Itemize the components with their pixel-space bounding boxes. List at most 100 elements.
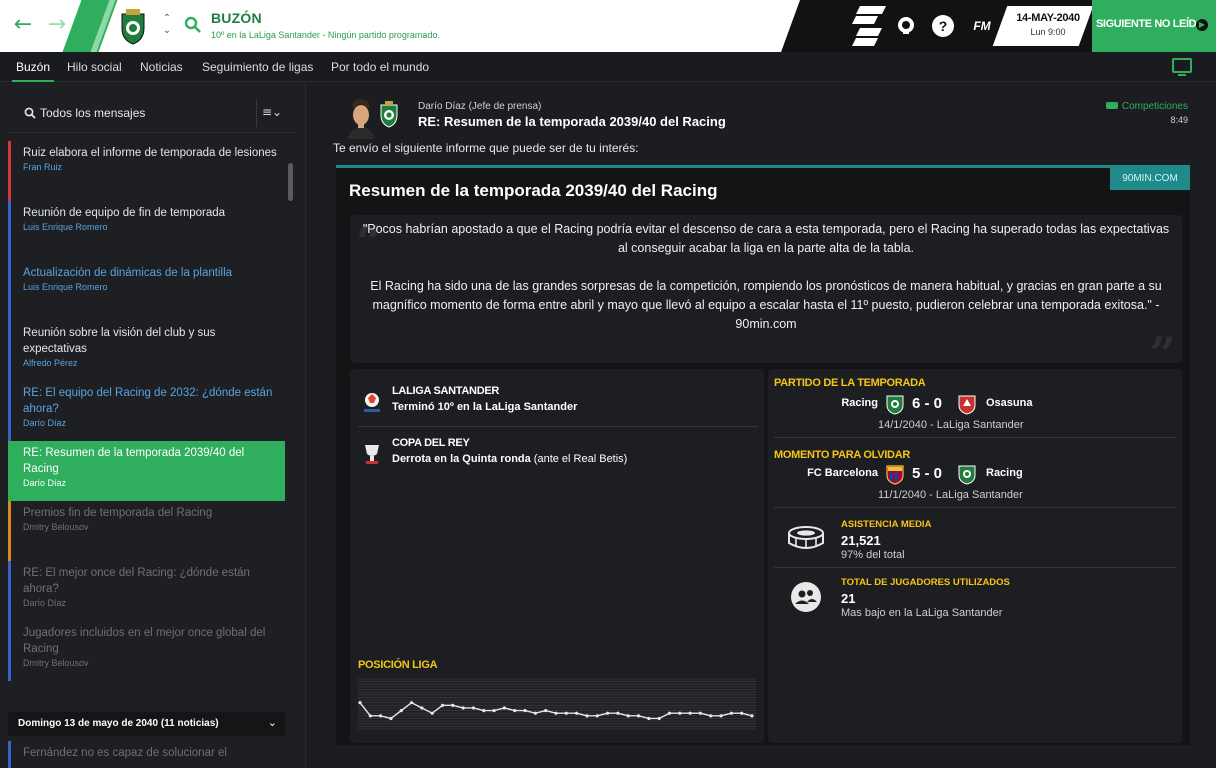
list-item[interactable]: Reunión sobre la visión del club y sus e… xyxy=(8,321,285,381)
tv-icon[interactable] xyxy=(1172,58,1192,76)
message-category[interactable]: Competiciones xyxy=(1105,101,1188,112)
away-team: Racing xyxy=(986,467,1023,479)
position-point xyxy=(533,711,537,715)
club-crest-menu-icon[interactable] xyxy=(896,15,916,35)
news-card: 90MIN.COM Resumen de la temporada 2039/4… xyxy=(336,165,1190,745)
message-title: Jugadores incluidos en el mejor once glo… xyxy=(23,627,266,655)
position-point xyxy=(698,711,703,715)
article-title: Resumen de la temporada 2039/40 del Raci… xyxy=(349,181,718,200)
next-unread-label: SIGUIENTE NO LEÍDO xyxy=(1096,18,1205,30)
position-point xyxy=(409,701,414,705)
position-point xyxy=(647,716,651,721)
position-point xyxy=(471,706,476,710)
competition-row[interactable]: LALIGA SANTANDER Terminó 10º en la LaLig… xyxy=(358,377,758,427)
position-point xyxy=(688,711,692,715)
message-title: Reunión sobre la visión del club y sus e… xyxy=(23,327,216,355)
message-author: Dmitry Belousov xyxy=(23,658,89,668)
quote-paragraph: "Pocos habrían apostado a que el Racing … xyxy=(362,222,1170,255)
message-filter[interactable]: Todos los mensajes ≡⌄ xyxy=(8,93,295,133)
position-point xyxy=(461,706,465,710)
club-switch-icon[interactable]: ⌃ ⌄ xyxy=(160,13,174,37)
best-match-label: PARTIDO DE LA TEMPORADA xyxy=(774,377,926,389)
position-point xyxy=(595,714,599,718)
competition-row[interactable]: COPA DEL REY Derrota en la Quinta ronda … xyxy=(358,429,758,479)
season-highlights: PARTIDO DE LA TEMPORADA Racing 6 - 0 Osa… xyxy=(768,369,1182,743)
players-used-value: 21 xyxy=(841,591,856,606)
laliga-logo-icon xyxy=(364,393,380,412)
back-arrow-icon[interactable]: ← xyxy=(10,12,36,38)
list-item[interactable]: Fernández no es capaz de solucionar el xyxy=(8,741,285,768)
position-point xyxy=(513,708,517,713)
players-used-subtext: Mas bajo en la LaLiga Santander xyxy=(841,607,1003,619)
day-group-label: Domingo 13 de mayo de 2040 (11 noticias) xyxy=(18,718,219,729)
message-list: Ruiz elabora el informe de temporada de … xyxy=(8,141,285,681)
position-point xyxy=(379,714,383,718)
fm-menu-icon[interactable]: FM xyxy=(968,15,996,37)
current-date: 14-MAY-2040 xyxy=(1016,12,1080,24)
attendance-value: 21,521 xyxy=(841,533,881,548)
competition-result: Terminó 10º en la LaLiga Santander xyxy=(392,401,578,413)
help-icon[interactable]: ? xyxy=(932,15,954,37)
position-point xyxy=(389,716,393,721)
position-point xyxy=(554,711,558,715)
quote-paragraph: El Racing ha sido una de las grandes sor… xyxy=(370,279,1162,331)
search-icon[interactable] xyxy=(184,16,202,34)
position-point xyxy=(636,714,641,718)
scrollbar-thumb[interactable] xyxy=(288,163,293,201)
message-time: 8:49 xyxy=(1170,115,1188,125)
sender-avatar[interactable] xyxy=(344,95,378,139)
worst-match[interactable]: FC Barcelona 5 - 0 Racing xyxy=(768,463,1068,485)
list-item[interactable]: RE: El mejor once del Racing: ¿dónde est… xyxy=(8,561,285,621)
match-score: 6 - 0 xyxy=(912,395,943,412)
message-title: Reunión de equipo de fin de temporada xyxy=(23,207,226,219)
racing-badge-icon xyxy=(886,395,904,415)
list-item[interactable]: Reunión de equipo de fin de temporada Lui… xyxy=(8,201,285,261)
forward-arrow-icon[interactable]: → xyxy=(44,12,70,38)
top-bar: ← → ⌃ ⌄ BUZÓN 10º en la LaLiga Santander … xyxy=(0,0,1216,52)
chevron-right-icon: ▶ xyxy=(1196,19,1208,31)
message-title: Premios fin de temporada del Racing xyxy=(23,507,213,519)
message-subject: RE: Resumen de la temporada 2039/40 del … xyxy=(418,114,726,129)
position-point xyxy=(440,703,445,707)
tab-por-todo-el-mundo[interactable]: Por todo el mundo xyxy=(331,60,429,74)
position-point xyxy=(585,714,589,718)
list-item[interactable]: Ruiz elabora el informe de temporada de … xyxy=(8,141,285,201)
position-point xyxy=(564,711,568,715)
position-point xyxy=(523,708,527,713)
players-used-label: TOTAL DE JUGADORES UTILIZADOS xyxy=(841,577,1010,588)
tab-buzon[interactable]: Buzón xyxy=(11,60,55,82)
competitions-summary: LALIGA SANTANDER Terminó 10º en la LaLig… xyxy=(350,369,764,743)
message-author: Darío Díaz xyxy=(23,598,67,608)
home-team: FC Barcelona xyxy=(807,467,878,479)
list-item[interactable]: Actualización de dinámicas de la plantil… xyxy=(8,261,285,321)
sort-menu-icon[interactable]: ≡⌄ xyxy=(262,105,282,119)
page-subtitle: 10º en la LaLiga Santander - Ningún part… xyxy=(211,30,440,40)
position-point xyxy=(667,711,672,715)
tab-noticias[interactable]: Noticias xyxy=(140,60,183,74)
message-author: Darío Díaz xyxy=(23,418,67,428)
position-point xyxy=(451,703,455,707)
message-title: RE: Resumen de la temporada 2039/40 del … xyxy=(23,447,245,475)
league-position-label: POSICIÓN LIGA xyxy=(358,659,438,671)
position-point xyxy=(368,714,372,718)
position-point xyxy=(750,714,754,718)
message-author: Luis Enrique Romero xyxy=(23,282,108,292)
list-item[interactable]: Premios fin de temporada del Racing Dmitr… xyxy=(8,501,285,561)
sub-navigation: Buzón Hilo social Noticias Seguimiento d… xyxy=(0,52,1216,82)
article-quote: “ ” "Pocos habrían apostado a que el Rac… xyxy=(350,215,1182,381)
list-item[interactable]: Jugadores incluidos en el mejor once glo… xyxy=(8,621,285,681)
day-group-header[interactable]: Domingo 13 de mayo de 2040 (11 noticias)… xyxy=(8,712,285,736)
list-item[interactable]: RE: El equipo del Racing de 2032: ¿dónde… xyxy=(8,381,285,441)
message-view: Darío Díaz (Jefe de prensa) RE: Resumen … xyxy=(305,83,1216,768)
next-unread-button[interactable]: SIGUIENTE NO LEÍDO ▶ xyxy=(1092,0,1216,52)
club-badge-icon[interactable] xyxy=(116,8,150,46)
tab-seguimiento-de-ligas[interactable]: Seguimiento de ligas xyxy=(202,60,313,74)
message-author: Darío Díaz xyxy=(23,478,67,488)
best-match[interactable]: Racing 6 - 0 Osasuna xyxy=(768,393,1068,415)
filter-label: Todos los mensajes xyxy=(40,106,146,120)
chevron-down-icon: ⌄ xyxy=(267,716,277,729)
list-item[interactable]: RE: Resumen de la temporada 2039/40 del … xyxy=(8,441,285,501)
position-point xyxy=(492,708,496,713)
competition-result: Derrota en la Quinta ronda xyxy=(392,453,531,465)
tab-hilo-social[interactable]: Hilo social xyxy=(67,60,122,74)
